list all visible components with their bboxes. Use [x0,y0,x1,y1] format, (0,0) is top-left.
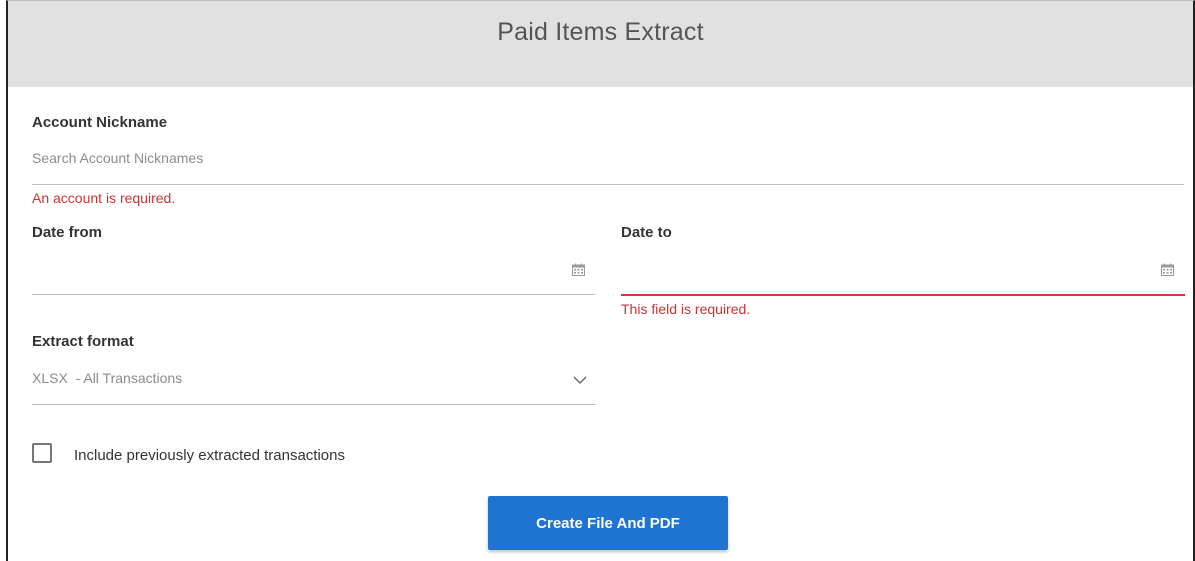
include-previous-label[interactable]: Include previously extracted transaction… [74,447,345,464]
panel-header: Paid Items Extract [8,1,1193,87]
include-previous-checkbox[interactable] [32,443,52,463]
date-to-underline [621,294,1185,296]
calendar-icon[interactable] [572,263,585,276]
extract-format-underline [32,404,595,405]
calendar-icon[interactable] [1161,263,1174,276]
account-nickname-underline [32,184,1184,185]
account-nickname-label: Account Nickname [32,114,168,131]
extract-format-selected-value: XLSX - All Transactions [32,370,183,386]
date-from-input[interactable] [32,251,592,289]
date-to-input[interactable] [621,251,1166,289]
paid-items-extract-panel: Paid Items Extract Account Nickname Sear… [6,0,1195,561]
extract-format-label: Extract format [32,333,134,350]
date-from-underline [32,294,595,295]
date-to-error: This field is required. [621,301,751,317]
page-title: Paid Items Extract [497,18,704,46]
account-nickname-search-input[interactable]: Search Account Nicknames [32,150,203,166]
account-nickname-error: An account is required. [32,190,176,206]
create-file-and-pdf-button[interactable]: Create File And PDF [488,496,728,550]
date-from-label: Date from [32,224,103,241]
chevron-down-icon [573,376,587,384]
date-to-label: Date to [621,224,672,241]
extract-format-select[interactable]: XLSX - All Transactions [32,361,595,401]
